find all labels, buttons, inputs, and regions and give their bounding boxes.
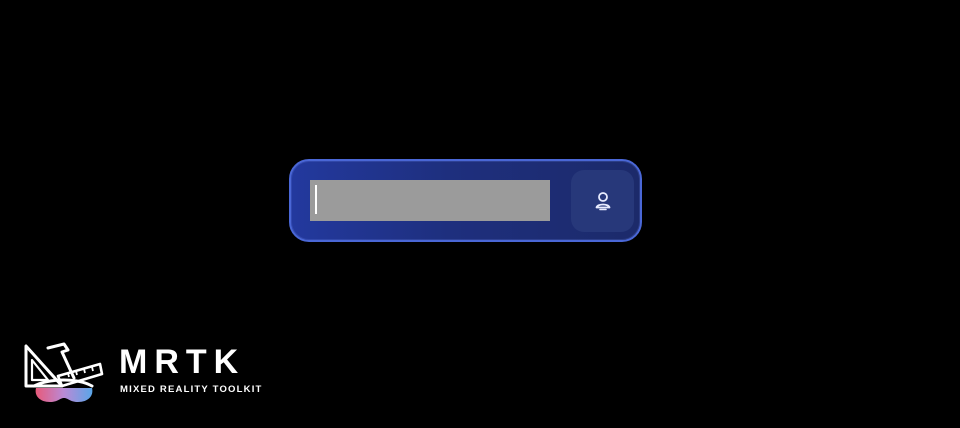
- logo-subtitle: MIXED REALITY TOOLKIT: [120, 384, 263, 395]
- mrtk-logo: MRTK MIXED REALITY TOOLKIT: [22, 338, 262, 410]
- logo-title: MRTK: [119, 343, 246, 381]
- text-input[interactable]: [310, 180, 550, 221]
- text-input-panel: [289, 159, 642, 242]
- text-caret: [315, 185, 317, 214]
- mrtk-tools-headset-logo: [24, 342, 104, 402]
- scene: MRTK MIXED REALITY TOOLKIT: [0, 0, 960, 428]
- speech-input-button[interactable]: [571, 170, 634, 232]
- microphone-person-icon: [595, 192, 610, 211]
- text-input-field[interactable]: [310, 180, 550, 221]
